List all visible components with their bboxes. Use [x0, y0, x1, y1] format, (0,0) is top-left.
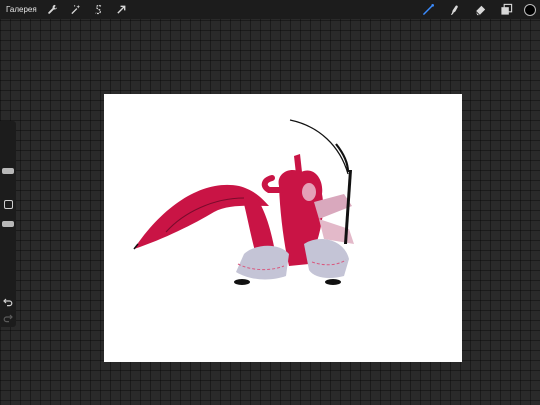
eraser-icon[interactable] — [472, 2, 488, 18]
color-picker-swatch[interactable] — [524, 3, 536, 16]
gallery-button[interactable]: Галерея — [6, 0, 37, 19]
drawing-canvas[interactable] — [104, 94, 462, 362]
left-sidebar — [0, 121, 16, 327]
character-artwork — [133, 119, 354, 285]
modify-button[interactable] — [4, 200, 13, 209]
right-tool-group — [420, 0, 536, 19]
redo-arrow-icon[interactable] — [3, 310, 13, 323]
undo-arrow-icon[interactable] — [3, 294, 13, 307]
magic-wand-icon[interactable] — [68, 2, 84, 18]
opacity-slider[interactable] — [2, 221, 14, 227]
left-tool-group — [45, 2, 130, 18]
smudge-icon[interactable] — [446, 2, 462, 18]
brush-icon[interactable] — [420, 2, 436, 18]
brush-size-slider[interactable] — [2, 168, 14, 174]
layers-icon[interactable] — [498, 2, 514, 18]
arrow-cursor-icon[interactable] — [114, 2, 130, 18]
selection-s-icon[interactable] — [91, 2, 107, 18]
wrench-icon[interactable] — [45, 2, 61, 18]
top-toolbar: Галерея — [0, 0, 540, 19]
